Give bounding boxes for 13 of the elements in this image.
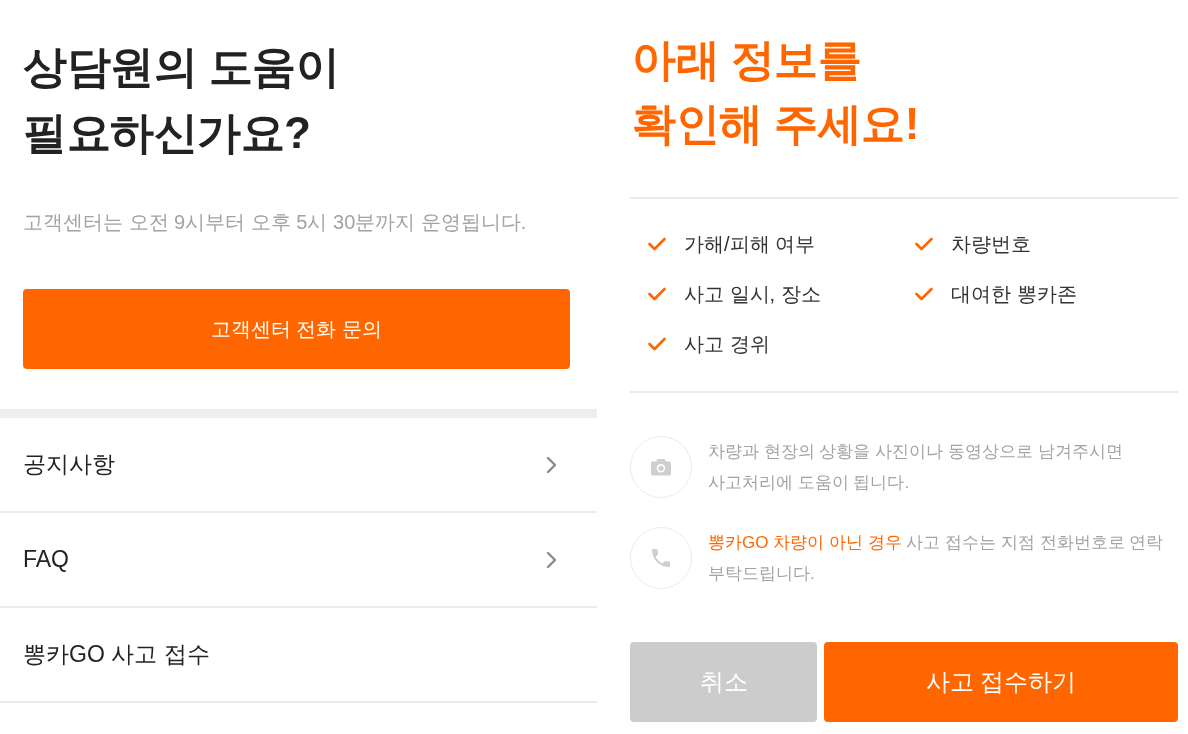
- menu-item[interactable]: 뽕카GO 사고 접수: [0, 608, 597, 703]
- menu-item[interactable]: 공지사항: [0, 418, 597, 513]
- page-title: 상담원의 도움이 필요하신가요?: [23, 41, 341, 159]
- hours-note: 고객센터는 오전 9시부터 오후 5시 30분까지 운영됩니다.: [23, 210, 528, 235]
- notice-text: 차량과 현장의 상황을 사진이나 동영상으로 남겨주시면 사고처리에 도움이 됩니다.: [708, 441, 1124, 494]
- checklist-item: 사고 경위: [684, 331, 770, 357]
- notice-text: 뽕카GO 차량이 아닌 경우 사고 접수는 지점 전화번호로 연락 부탁드립니다.: [708, 532, 1165, 585]
- menu-item[interactable]: FAQ: [0, 513, 597, 608]
- checklist-item: 대여한 뽕카존: [951, 281, 1077, 307]
- page-title: 아래 정보를 확인해 주세요!: [632, 34, 920, 150]
- checklist-item: 사고 일시, 장소: [684, 281, 821, 307]
- checklist-item: 가해/피해 여부: [684, 231, 816, 257]
- checklist-item: 차량번호: [951, 231, 1031, 257]
